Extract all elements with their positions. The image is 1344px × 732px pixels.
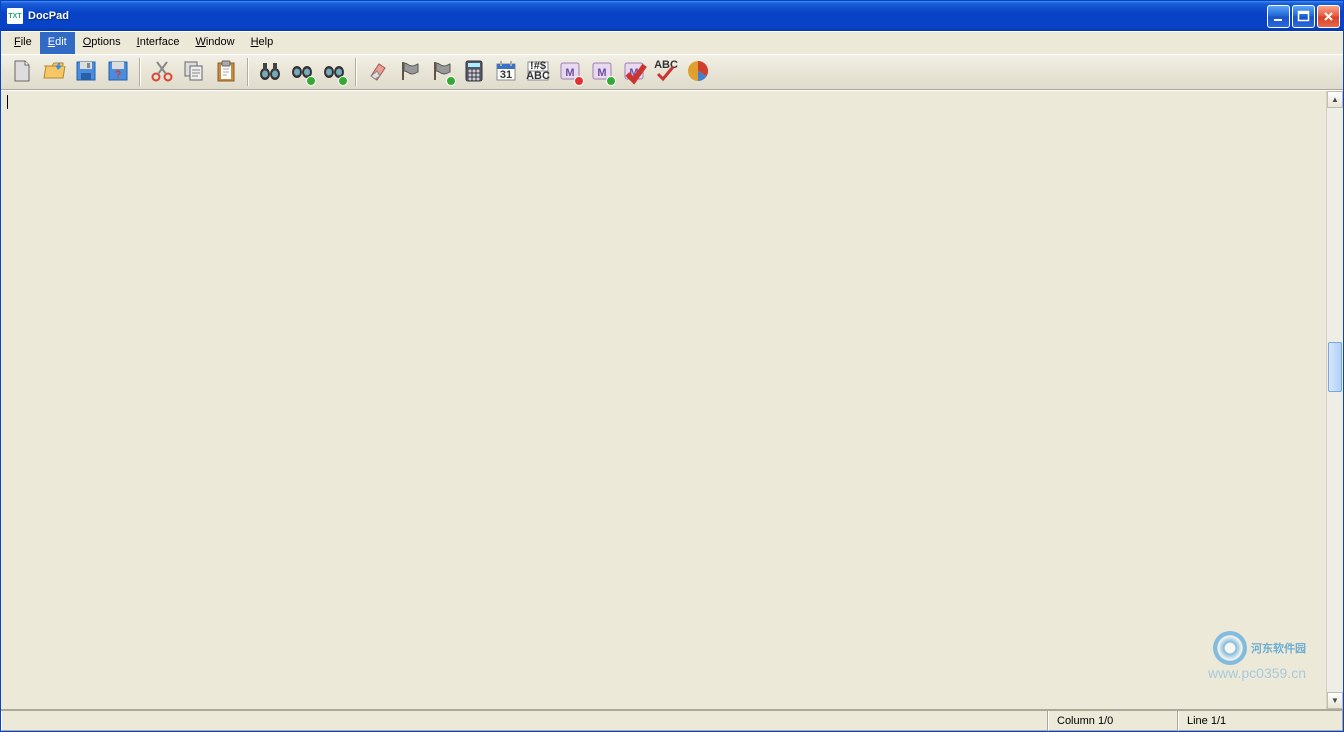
scroll-down-button[interactable]: ▼ bbox=[1327, 692, 1343, 709]
toolbar: ? 31 !#$ABC M M M ABC bbox=[1, 54, 1343, 90]
calendar-icon: 31 bbox=[493, 58, 519, 87]
flag-add-icon bbox=[429, 58, 455, 87]
save-icon bbox=[73, 58, 99, 87]
svg-text:ABC: ABC bbox=[654, 59, 678, 71]
macro-m-icon: M bbox=[557, 58, 583, 87]
flag-icon bbox=[397, 58, 423, 87]
charmap-icon: !#$ABC bbox=[525, 58, 551, 87]
bookmark-button[interactable] bbox=[395, 57, 425, 87]
calculator-button[interactable] bbox=[459, 57, 489, 87]
find-next-button[interactable] bbox=[287, 57, 317, 87]
find-prev-button[interactable] bbox=[319, 57, 349, 87]
vertical-scrollbar[interactable]: ▲ ▼ bbox=[1326, 91, 1343, 709]
svg-text:31: 31 bbox=[500, 69, 512, 81]
copy-button[interactable] bbox=[179, 57, 209, 87]
titlebar[interactable]: TXT DocPad bbox=[1, 1, 1343, 31]
macro-check-button[interactable]: M bbox=[619, 57, 649, 87]
text-caret bbox=[7, 95, 8, 109]
menu-help[interactable]: Help bbox=[243, 32, 282, 54]
app-icon: TXT bbox=[7, 8, 23, 24]
macro-m-check-icon: M bbox=[621, 58, 647, 87]
save-help-button[interactable]: ? bbox=[103, 57, 133, 87]
document-icon bbox=[9, 58, 35, 87]
pie-chart-icon bbox=[685, 58, 711, 87]
char-map-button[interactable]: !#$ABC bbox=[523, 57, 553, 87]
binoculars-next-icon bbox=[321, 58, 347, 87]
scissors-icon bbox=[149, 58, 175, 87]
window-title: DocPad bbox=[28, 10, 1267, 22]
minimize-button[interactable] bbox=[1267, 5, 1290, 28]
toolbar-separator bbox=[355, 58, 357, 86]
macro-play-button[interactable]: M bbox=[587, 57, 617, 87]
calculator-icon bbox=[461, 58, 487, 87]
binoculars-icon bbox=[257, 58, 283, 87]
maximize-button[interactable] bbox=[1292, 5, 1315, 28]
menu-interface[interactable]: Interface bbox=[129, 32, 188, 54]
eraser-button[interactable] bbox=[363, 57, 393, 87]
app-window: TXT DocPad File Edit Options Interface W… bbox=[0, 0, 1344, 732]
macro-m-play-icon: M bbox=[589, 58, 615, 87]
toolbar-separator bbox=[139, 58, 141, 86]
status-line: Line 1/1 bbox=[1178, 711, 1343, 731]
folder-open-icon bbox=[41, 58, 67, 87]
menubar: File Edit Options Interface Window Help bbox=[1, 31, 1343, 54]
date-button[interactable]: 31 bbox=[491, 57, 521, 87]
save-button[interactable] bbox=[71, 57, 101, 87]
paste-button[interactable] bbox=[211, 57, 241, 87]
macro-record-button[interactable]: M bbox=[555, 57, 585, 87]
svg-text:ABC: ABC bbox=[526, 70, 550, 82]
copy-icon bbox=[181, 58, 207, 87]
save-help-icon: ? bbox=[105, 58, 131, 87]
menu-options[interactable]: Options bbox=[75, 32, 129, 54]
status-column: Column 1/0 bbox=[1048, 711, 1178, 731]
watermark-logo-icon bbox=[1213, 631, 1247, 665]
svg-text:M: M bbox=[597, 67, 606, 79]
spellcheck-icon: ABC bbox=[653, 58, 679, 87]
clipboard-icon bbox=[213, 58, 239, 87]
text-editor[interactable]: 河东软件园 www.pc0359.cn bbox=[1, 91, 1326, 709]
menu-edit[interactable]: Edit bbox=[40, 32, 75, 54]
toolbar-separator bbox=[247, 58, 249, 86]
window-controls bbox=[1267, 5, 1340, 28]
scroll-up-button[interactable]: ▲ bbox=[1327, 91, 1343, 108]
bookmark-add-button[interactable] bbox=[427, 57, 457, 87]
editor-area: 河东软件园 www.pc0359.cn ▲ ▼ bbox=[1, 90, 1343, 709]
scroll-track[interactable] bbox=[1327, 108, 1343, 692]
spellcheck-button[interactable]: ABC bbox=[651, 57, 681, 87]
statusbar: Column 1/0 Line 1/1 bbox=[1, 709, 1343, 731]
menu-window[interactable]: Window bbox=[187, 32, 242, 54]
eraser-icon bbox=[365, 58, 391, 87]
status-main bbox=[1, 711, 1048, 731]
watermark: 河东软件园 www.pc0359.cn bbox=[1208, 631, 1306, 681]
menu-file[interactable]: File bbox=[6, 32, 40, 54]
close-button[interactable] bbox=[1317, 5, 1340, 28]
scroll-thumb[interactable] bbox=[1328, 342, 1342, 392]
open-file-button[interactable] bbox=[39, 57, 69, 87]
new-file-button[interactable] bbox=[7, 57, 37, 87]
cut-button[interactable] bbox=[147, 57, 177, 87]
find-button[interactable] bbox=[255, 57, 285, 87]
statistics-button[interactable] bbox=[683, 57, 713, 87]
svg-text:M: M bbox=[565, 67, 574, 79]
binoculars-add-icon bbox=[289, 58, 315, 87]
svg-text:?: ? bbox=[115, 69, 122, 81]
